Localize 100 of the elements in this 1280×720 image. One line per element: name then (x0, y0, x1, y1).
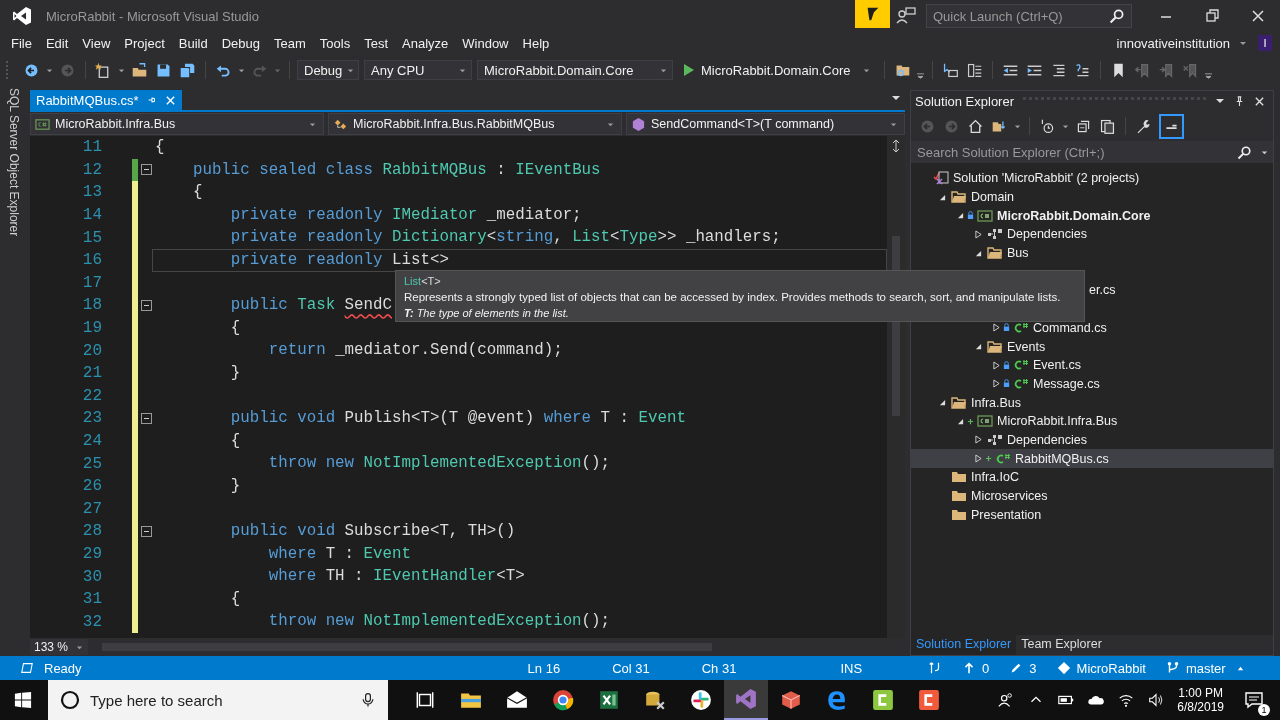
microphone-icon[interactable] (360, 692, 376, 708)
open-folder-icon[interactable] (131, 61, 148, 79)
menu-item[interactable]: Project (117, 33, 172, 53)
show-all-files-icon[interactable] (1099, 117, 1116, 135)
menu-item[interactable]: Test (357, 33, 395, 53)
menu-item[interactable]: Window (455, 33, 516, 53)
menu-item[interactable]: Team (267, 33, 313, 53)
browser-icon[interactable] (552, 689, 574, 711)
wrench-icon[interactable] (1135, 117, 1152, 135)
bracket-app-icon[interactable] (918, 689, 940, 711)
account-name[interactable]: innovativeinstitution (1116, 35, 1230, 51)
pinwheel-icon[interactable] (690, 689, 712, 711)
expanded-arrow-icon[interactable] (974, 343, 982, 351)
columns-icon[interactable] (965, 61, 983, 79)
sql-server-object-explorer-tab[interactable]: SQL Server Object Explorer (7, 88, 21, 656)
save-all-icon[interactable] (179, 61, 196, 79)
menu-item[interactable]: Tools (312, 33, 358, 53)
repository-name[interactable]: MicroRabbit (1076, 660, 1146, 676)
database-tools-icon[interactable] (644, 689, 666, 711)
menu-item[interactable]: View (75, 33, 118, 53)
taskbar-button[interactable] (724, 680, 768, 720)
tab-list-caret-icon[interactable] (891, 93, 901, 103)
account-avatar[interactable]: I (1258, 35, 1272, 51)
taskbar-search-field[interactable]: Type here to search (88, 690, 352, 710)
browser-icon[interactable] (826, 689, 848, 711)
task-view-icon[interactable] (414, 689, 436, 711)
collapsed-arrow-icon[interactable] (992, 323, 1000, 333)
branch-name[interactable]: master (1185, 660, 1226, 676)
menu-item[interactable]: Build (171, 33, 215, 53)
menu-item[interactable]: Analyze (395, 33, 456, 53)
taskbar-search-box[interactable]: Type here to search (48, 680, 388, 720)
tree-item-label[interactable]: er.cs (1089, 283, 1116, 298)
tree-item-label[interactable]: Solution 'MicroRabbit' (2 projects) (953, 171, 1140, 186)
tree-item-label[interactable]: Message.cs (1033, 376, 1100, 391)
repository-icon[interactable] (1056, 661, 1071, 675)
start-button[interactable]: MicroRabbit.Domain.Core (678, 60, 877, 80)
close-icon[interactable] (1254, 95, 1265, 107)
search-field[interactable]: Search Solution Explorer (Ctrl+;) (911, 143, 1233, 161)
tree-item-label[interactable]: Bus (1007, 246, 1029, 261)
tree-item-label[interactable]: MicroRabbit.Domain.Core (997, 208, 1151, 223)
tree-item-label[interactable]: Command.cs (1033, 320, 1107, 335)
tree-item-label[interactable]: Dependencies (1007, 227, 1087, 242)
pending-changes-icon[interactable] (1039, 117, 1056, 135)
quick-launch-field[interactable]: Quick Launch (Ctrl+Q) (927, 7, 1109, 25)
clock-time[interactable]: 1:00 PM (1178, 686, 1223, 700)
notifications-icon[interactable] (1244, 690, 1264, 710)
unpushed-count[interactable]: 0 (982, 660, 990, 676)
expanded-arrow-icon[interactable] (956, 417, 964, 425)
tree-item-label[interactable]: MicroRabbit.Infra.Bus (997, 414, 1118, 429)
quick-launch-box[interactable]: Quick Launch (Ctrl+Q) (926, 4, 1132, 28)
branch-icon[interactable] (1165, 661, 1180, 675)
pin-icon[interactable] (1234, 95, 1245, 107)
platform-dropdown[interactable]: Any CPU (364, 60, 472, 80)
search-box[interactable]: Search Solution Explorer (Ctrl+;) (911, 141, 1273, 163)
menu-item[interactable]: File (4, 33, 39, 53)
navigation-dropdown[interactable]: MicroRabbit.Infra.Bus (30, 113, 324, 135)
tree-item-label[interactable]: Event.cs (1033, 358, 1081, 373)
tree-item-label[interactable]: Infra.Bus (971, 395, 1022, 410)
navigation-dropdown[interactable]: MicroRabbit.Infra.Bus.RabbitMQBus (328, 113, 622, 135)
envelope-icon[interactable] (506, 689, 528, 711)
feedback-flag-icon[interactable] (855, 0, 890, 28)
menu-item[interactable]: Edit (38, 33, 76, 53)
startup-project-dropdown[interactable]: MicroRabbit.Domain.Core (477, 60, 673, 80)
collapsed-arrow-icon[interactable] (974, 229, 982, 239)
tree-item-label[interactable]: Domain (971, 190, 1015, 205)
menu-item[interactable]: Help (515, 33, 557, 53)
collapsed-arrow-icon[interactable] (992, 360, 1000, 370)
expanded-arrow-icon[interactable] (938, 399, 946, 407)
tree-item-label[interactable]: Events (1007, 339, 1046, 354)
tree-item-label[interactable]: Microservices (971, 489, 1048, 504)
zoom-dropdown[interactable]: 133 % (30, 639, 88, 655)
collapse-icon[interactable] (141, 412, 152, 424)
expanded-arrow-icon[interactable] (956, 212, 964, 220)
expanded-arrow-icon[interactable] (938, 193, 946, 201)
expanded-arrow-icon[interactable] (974, 249, 982, 257)
bracket-app-icon[interactable] (872, 689, 894, 711)
navigation-dropdown[interactable]: SendCommand<T>(T command) (626, 113, 905, 135)
windows-start-icon[interactable] (14, 691, 32, 709)
spreadsheet-icon[interactable] (598, 689, 620, 711)
collapsed-arrow-icon[interactable] (974, 454, 982, 464)
collapse-icon[interactable] (141, 299, 152, 311)
split-icon[interactable] (891, 140, 901, 152)
menu-item[interactable]: Debug (214, 33, 267, 53)
clock-date[interactable]: 6/8/2019 (1177, 700, 1224, 714)
collapse-icon[interactable] (141, 525, 152, 537)
chat-icon[interactable] (896, 6, 916, 26)
cube-icon[interactable] (780, 689, 802, 711)
changes-count[interactable]: 3 (1029, 660, 1037, 676)
tree-item-label[interactable]: Infra.IoC (971, 470, 1019, 485)
home-icon[interactable] (967, 117, 984, 135)
configuration-dropdown[interactable]: Debug (297, 60, 359, 80)
collapsed-arrow-icon[interactable] (992, 379, 1000, 389)
panel-tab[interactable]: Team Explorer (1016, 635, 1107, 655)
pointer-list-icon[interactable] (941, 61, 959, 79)
collapse-icon[interactable] (141, 164, 152, 176)
caret-icon[interactable] (1215, 96, 1225, 106)
panel-tab[interactable]: Solution Explorer (911, 635, 1017, 655)
tree-item-label[interactable]: Dependencies (1007, 432, 1087, 447)
tree-item-label[interactable]: Presentation (971, 507, 1042, 522)
collapsed-arrow-icon[interactable] (974, 435, 982, 445)
